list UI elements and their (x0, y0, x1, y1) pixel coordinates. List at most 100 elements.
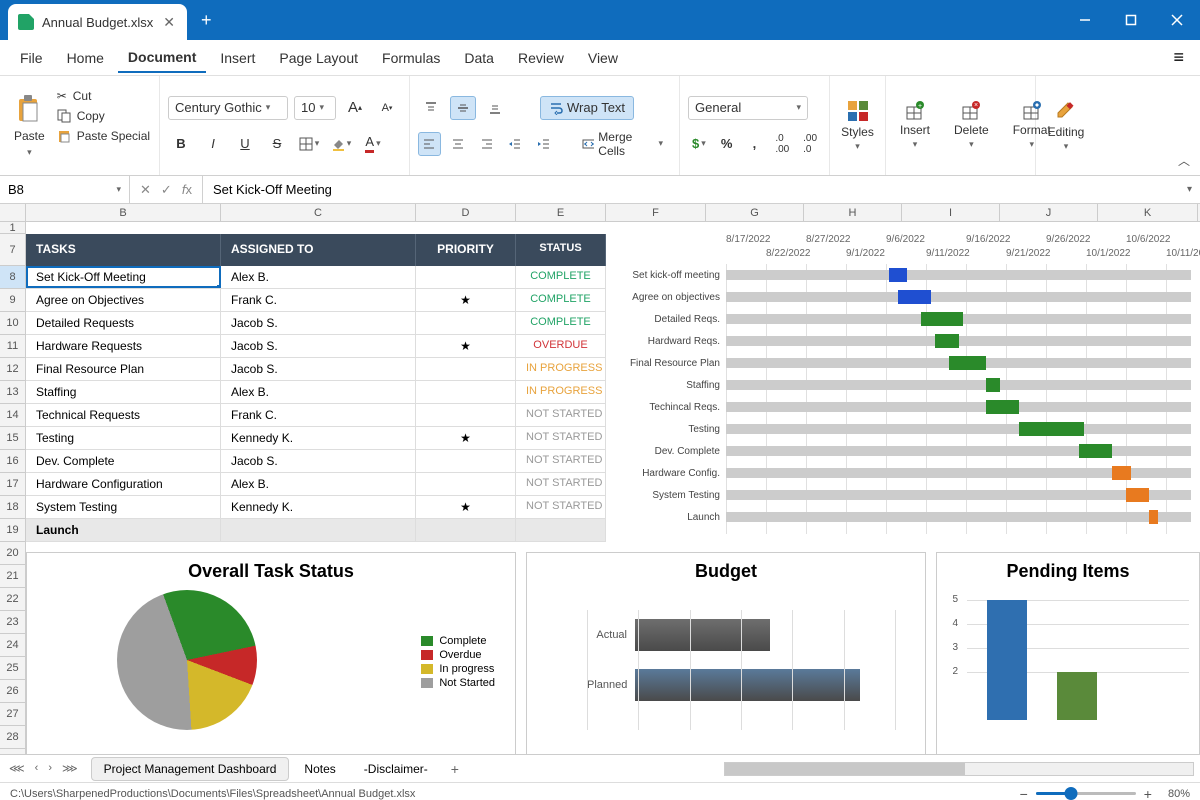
sheet-nav-first-icon[interactable]: ⋘ (6, 760, 28, 777)
table-cell[interactable]: Technical Requests (26, 404, 221, 426)
insert-button[interactable]: +Insert▾ (894, 97, 936, 154)
decrease-decimal-button[interactable]: .00.0 (799, 132, 821, 156)
table-row[interactable]: Hardware RequestsJacob S.★OVERDUE (26, 335, 606, 358)
row-header[interactable]: 25 (0, 657, 26, 680)
table-cell[interactable] (416, 358, 516, 380)
table-cell[interactable]: Jacob S. (221, 312, 416, 334)
select-all-corner[interactable] (0, 204, 26, 221)
horizontal-scrollbar[interactable] (724, 762, 1194, 776)
cell-reference-box[interactable]: B8▾ (0, 176, 130, 203)
table-row[interactable]: Set Kick-Off MeetingAlex B.COMPLETE (26, 266, 606, 289)
sheet-tab[interactable]: -Disclaimer- (351, 757, 441, 781)
table-cell[interactable]: NOT STARTED (516, 473, 606, 495)
column-headers[interactable]: BCDEFGHIJK (0, 204, 1200, 222)
table-cell[interactable] (416, 519, 516, 541)
table-cell[interactable]: NOT STARTED (516, 450, 606, 472)
table-cell[interactable]: NOT STARTED (516, 404, 606, 426)
increase-font-button[interactable]: A▴ (342, 96, 368, 120)
menu-page-layout[interactable]: Page Layout (269, 44, 368, 72)
row-header[interactable]: 9 (0, 289, 26, 312)
expand-formula-bar-button[interactable]: ▾ (1179, 184, 1200, 195)
document-tab[interactable]: Annual Budget.xlsx ✕ (8, 4, 187, 40)
table-cell[interactable]: ★ (416, 427, 516, 449)
formula-input[interactable]: Set Kick-Off Meeting (203, 182, 1179, 197)
menu-data[interactable]: Data (454, 44, 504, 72)
table-cell[interactable]: IN PROGRESS (516, 358, 606, 380)
row-header[interactable]: 26 (0, 680, 26, 703)
row-header[interactable]: 13 (0, 381, 26, 404)
table-cell[interactable]: COMPLETE (516, 312, 606, 334)
table-cell[interactable]: Hardware Requests (26, 335, 221, 357)
table-cell[interactable]: System Testing (26, 496, 221, 518)
decrease-font-button[interactable]: A▾ (374, 96, 400, 120)
table-cell[interactable]: ★ (416, 496, 516, 518)
row-header[interactable]: 28 (0, 726, 26, 749)
row-header[interactable]: 8 (0, 266, 26, 289)
menu-review[interactable]: Review (508, 44, 574, 72)
styles-button[interactable]: Styles▾ (835, 95, 880, 156)
currency-button[interactable]: $ (688, 132, 710, 156)
table-cell[interactable] (416, 312, 516, 334)
editing-button[interactable]: Editing▾ (1042, 95, 1091, 156)
copy-button[interactable]: Copy (57, 109, 150, 123)
column-header-tasks[interactable]: TASKS (26, 234, 221, 266)
collapse-ribbon-button[interactable]: ︿ (1178, 152, 1190, 169)
row-header[interactable]: 16 (0, 450, 26, 473)
table-cell[interactable] (416, 381, 516, 403)
spreadsheet-grid[interactable]: BCDEFGHIJK 17891011121314151617181920212… (0, 204, 1200, 754)
column-header[interactable]: D (416, 204, 516, 221)
maximize-button[interactable] (1108, 0, 1154, 40)
font-size-dropdown[interactable]: 10▾ (294, 96, 336, 120)
row-header[interactable]: 21 (0, 565, 26, 588)
table-row[interactable]: Agree on ObjectivesFrank C.★COMPLETE (26, 289, 606, 312)
table-row[interactable]: System TestingKennedy K.★NOT STARTED (26, 496, 606, 519)
column-header[interactable]: E (516, 204, 606, 221)
zoom-out-button[interactable]: − (1020, 786, 1028, 800)
table-cell[interactable]: Agree on Objectives (26, 289, 221, 311)
paste-button[interactable]: Paste ▾ (8, 89, 51, 162)
zoom-level[interactable]: 80% (1168, 788, 1190, 800)
table-cell[interactable]: COMPLETE (516, 289, 606, 311)
align-bottom-button[interactable] (482, 96, 508, 120)
table-cell[interactable]: Kennedy K. (221, 427, 416, 449)
number-format-dropdown[interactable]: General▾ (688, 96, 808, 120)
new-tab-button[interactable]: + (187, 10, 226, 31)
tab-close-icon[interactable]: ✕ (161, 14, 177, 31)
column-header[interactable]: J (1000, 204, 1098, 221)
percent-button[interactable]: % (716, 132, 738, 156)
row-header[interactable]: 10 (0, 312, 26, 335)
row-header[interactable]: 23 (0, 611, 26, 634)
menu-home[interactable]: Home (57, 44, 114, 72)
column-header[interactable]: I (902, 204, 1000, 221)
table-cell[interactable]: Hardware Configuration (26, 473, 221, 495)
table-cell[interactable] (416, 450, 516, 472)
table-row[interactable]: TestingKennedy K.★NOT STARTED (26, 427, 606, 450)
zoom-slider-thumb[interactable] (1064, 787, 1077, 800)
strikethrough-button[interactable]: S (264, 132, 290, 156)
row-header[interactable]: 17 (0, 473, 26, 496)
table-cell[interactable]: ★ (416, 289, 516, 311)
row-header[interactable]: 22 (0, 588, 26, 611)
table-row[interactable]: Detailed RequestsJacob S.COMPLETE (26, 312, 606, 335)
italic-button[interactable]: I (200, 132, 226, 156)
column-header[interactable]: C (221, 204, 416, 221)
table-cell[interactable]: COMPLETE (516, 266, 606, 288)
paste-special-button[interactable]: Paste Special (57, 129, 150, 143)
table-cell[interactable] (416, 404, 516, 426)
table-cell[interactable]: Jacob S. (221, 335, 416, 357)
column-header-priority[interactable]: PRIORITY (416, 234, 516, 266)
add-sheet-button[interactable]: + (443, 757, 467, 781)
column-header[interactable]: F (606, 204, 706, 221)
align-right-button[interactable] (476, 132, 499, 156)
column-header-status[interactable]: STATUS (516, 234, 606, 266)
column-header[interactable]: B (26, 204, 221, 221)
table-cell[interactable] (221, 519, 416, 541)
sheet-nav-next-icon[interactable]: › (45, 760, 55, 777)
scrollbar-thumb[interactable] (725, 763, 965, 775)
accept-formula-icon[interactable]: ✓ (161, 182, 172, 198)
table-row[interactable]: Launch (26, 519, 606, 542)
table-cell[interactable]: Set Kick-Off Meeting (26, 266, 221, 288)
delete-button[interactable]: ×Delete▾ (948, 97, 995, 154)
wrap-text-button[interactable]: Wrap Text (540, 96, 634, 120)
table-cell[interactable]: Dev. Complete (26, 450, 221, 472)
